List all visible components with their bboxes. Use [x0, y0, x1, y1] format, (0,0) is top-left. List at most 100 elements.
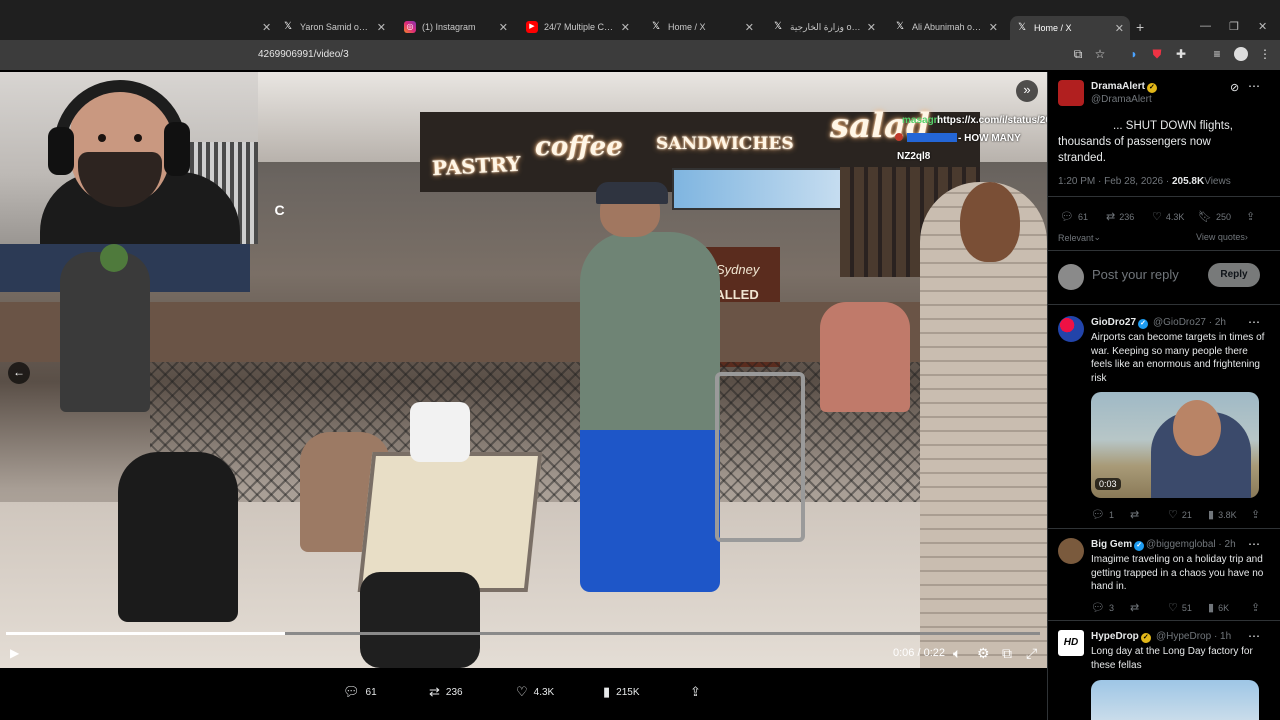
streamer-eye-left: [98, 134, 106, 142]
reply-author-handle[interactable]: @GioDro27 · 2h: [1153, 317, 1226, 328]
like-stat[interactable]: ♡ 4.3K: [1152, 210, 1184, 223]
close-icon[interactable]: ✕: [867, 21, 876, 34]
chat-avatar: [895, 133, 903, 141]
view-quotes-link[interactable]: View quotes ›: [1196, 232, 1248, 242]
views-stat[interactable]: ▮ 6K: [1208, 601, 1229, 614]
avatar[interactable]: [1058, 538, 1084, 564]
video-player[interactable]: K F C PASTRY coffee SANDWICHES salad Syd…: [0, 72, 1047, 668]
close-window-button[interactable]: ✕: [1258, 20, 1267, 33]
reply-image-thumbnail[interactable]: [1091, 680, 1259, 720]
browser-tab-partial[interactable]: ✕: [258, 15, 272, 39]
x-logo-icon: 𝕏: [283, 21, 293, 32]
new-tab-button[interactable]: +: [1136, 15, 1152, 39]
browser-tab-active[interactable]: 𝕏 Home / X ✕: [1010, 16, 1130, 40]
play-icon[interactable]: ▶: [10, 645, 19, 661]
avatar[interactable]: HD: [1058, 630, 1084, 656]
browser-tab[interactable]: 𝕏 Home / X ✕: [646, 15, 758, 39]
video-progress-bar[interactable]: [6, 632, 1040, 635]
post-detail-panel: DramaAlert ✓ @DramaAlert ⊘ ⋯ ... SHUT DOW…: [1047, 72, 1280, 720]
railing-mesh: [150, 362, 930, 502]
share-stat[interactable]: ⇪: [1251, 508, 1264, 521]
reply-stat[interactable]: 💬︎ 61: [1060, 210, 1088, 223]
grok-icon[interactable]: ⊘: [1230, 81, 1239, 94]
person-sitting-floor: [118, 452, 238, 622]
chevron-down-icon: ⌄: [1093, 232, 1102, 242]
more-options-icon[interactable]: ⋯: [1248, 537, 1260, 551]
address-bar[interactable]: [0, 40, 1280, 70]
install-app-icon[interactable]: ⧉: [1071, 47, 1085, 61]
comment-stat[interactable]: 💬︎ 1: [1091, 508, 1114, 521]
share-stat[interactable]: ⇪: [1246, 210, 1259, 223]
close-icon[interactable]: ✕: [1115, 22, 1124, 35]
close-icon[interactable]: ✕: [499, 21, 508, 34]
picture-in-picture-icon[interactable]: ⧉: [1002, 645, 1012, 661]
back-arrow-icon[interactable]: ←: [8, 362, 30, 384]
extension-icon[interactable]: ◗: [1127, 47, 1141, 61]
expand-panel-icon[interactable]: »: [1016, 80, 1038, 102]
views-count: 215K: [616, 686, 640, 698]
close-icon[interactable]: ✕: [989, 21, 998, 34]
author-name[interactable]: DramaAlert ✓: [1091, 81, 1157, 93]
maximize-button[interactable]: ❐: [1229, 20, 1239, 33]
author-handle[interactable]: @DramaAlert: [1091, 94, 1152, 105]
repost-stat[interactable]: ⇄ 236: [1106, 210, 1134, 223]
share-stat[interactable]: ⇪: [1251, 601, 1264, 614]
bookmark-star-icon[interactable]: ☆: [1093, 47, 1107, 61]
person-standing-phone: [60, 252, 150, 412]
man-pushing-cart: [580, 232, 720, 592]
repost-button[interactable]: ⇄ 236: [429, 684, 463, 700]
reply-author-name[interactable]: HypeDrop ✓: [1091, 631, 1151, 643]
more-options-icon[interactable]: ⋯: [1248, 315, 1260, 329]
like-stat[interactable]: ♡ 21: [1168, 508, 1192, 521]
reply-video-thumbnail[interactable]: 0:03: [1091, 392, 1259, 498]
reply-author-handle[interactable]: @HypeDrop · 1h: [1156, 631, 1231, 642]
media-controls-icon[interactable]: ≡: [1210, 47, 1224, 61]
reply-author-name[interactable]: GioDro27 ✓: [1091, 317, 1149, 329]
profile-avatar[interactable]: [1234, 47, 1248, 61]
volume-icon[interactable]: 🔈︎: [953, 645, 961, 661]
extensions-puzzle-icon[interactable]: ✚: [1174, 47, 1188, 61]
luggage-cart-sign: [357, 452, 543, 592]
browser-tab[interactable]: 𝕏 وزارة الخارجية on X: ‘ ✕: [768, 15, 880, 39]
more-options-icon[interactable]: ⋯: [1248, 79, 1260, 93]
reply-author-handle[interactable]: @biggemglobal · 2h: [1146, 539, 1236, 550]
close-icon[interactable]: ✕: [377, 21, 386, 34]
views-button[interactable]: ▮ 215K: [603, 684, 640, 700]
like-button[interactable]: ♡ 4.3K: [516, 684, 554, 700]
reply-text: Imagime traveling on a holiday trip and …: [1091, 554, 1264, 592]
my-avatar[interactable]: [1058, 264, 1084, 290]
browser-tab[interactable]: ▶ 24/7 Multiple Camer ✕: [522, 15, 634, 39]
relevant-dropdown[interactable]: Relevant ⌄: [1058, 232, 1101, 243]
url-text[interactable]: 4269906991/video/3: [258, 49, 349, 60]
share-button[interactable]: ⇪: [690, 684, 707, 700]
share-icon: ⇪: [1251, 602, 1261, 614]
bookmark-stat[interactable]: 🔖︎ 250: [1198, 210, 1231, 223]
close-icon[interactable]: ✕: [262, 21, 271, 34]
like-stat[interactable]: ♡ 51: [1168, 601, 1192, 614]
repost-stat[interactable]: ⇄: [1130, 508, 1143, 521]
views-stat[interactable]: ▮ 3.8K: [1208, 508, 1237, 521]
browser-tab[interactable]: 𝕏 Yaron Samid on X: "K ✕: [278, 15, 390, 39]
repost-stat[interactable]: ⇄: [1130, 601, 1143, 614]
avatar[interactable]: [1058, 316, 1084, 342]
reply-author-name[interactable]: Big Gem ✓: [1091, 539, 1145, 551]
browser-tab[interactable]: 𝕏 Ali Abunimah on X: " ✕: [890, 15, 1002, 39]
repost-icon: ⇄: [1130, 602, 1140, 614]
close-icon[interactable]: ✕: [745, 21, 754, 34]
settings-gear-icon[interactable]: ⚙: [977, 645, 990, 661]
minimize-button[interactable]: —: [1200, 20, 1211, 32]
more-options-icon[interactable]: ⋯: [1248, 629, 1260, 643]
menu-kebab-icon[interactable]: ⋮: [1258, 47, 1272, 61]
reply-button[interactable]: 💬︎ 61: [343, 684, 377, 700]
reply-input[interactable]: Post your reply: [1092, 268, 1179, 282]
comment-stat[interactable]: 💬︎ 3: [1091, 601, 1114, 614]
reply-icon: 💬︎: [343, 684, 360, 699]
youtube-icon: ▶: [526, 21, 538, 33]
extension-shield-icon[interactable]: ⛊: [1150, 47, 1164, 61]
avatar[interactable]: [1058, 80, 1084, 106]
reply-submit-button[interactable]: Reply: [1208, 263, 1260, 287]
fullscreen-icon[interactable]: ⤢: [1026, 645, 1037, 661]
thumbnail-face: [1173, 400, 1221, 456]
close-icon[interactable]: ✕: [621, 21, 630, 34]
browser-tab[interactable]: ◎ (1) Instagram ✕: [400, 15, 512, 39]
